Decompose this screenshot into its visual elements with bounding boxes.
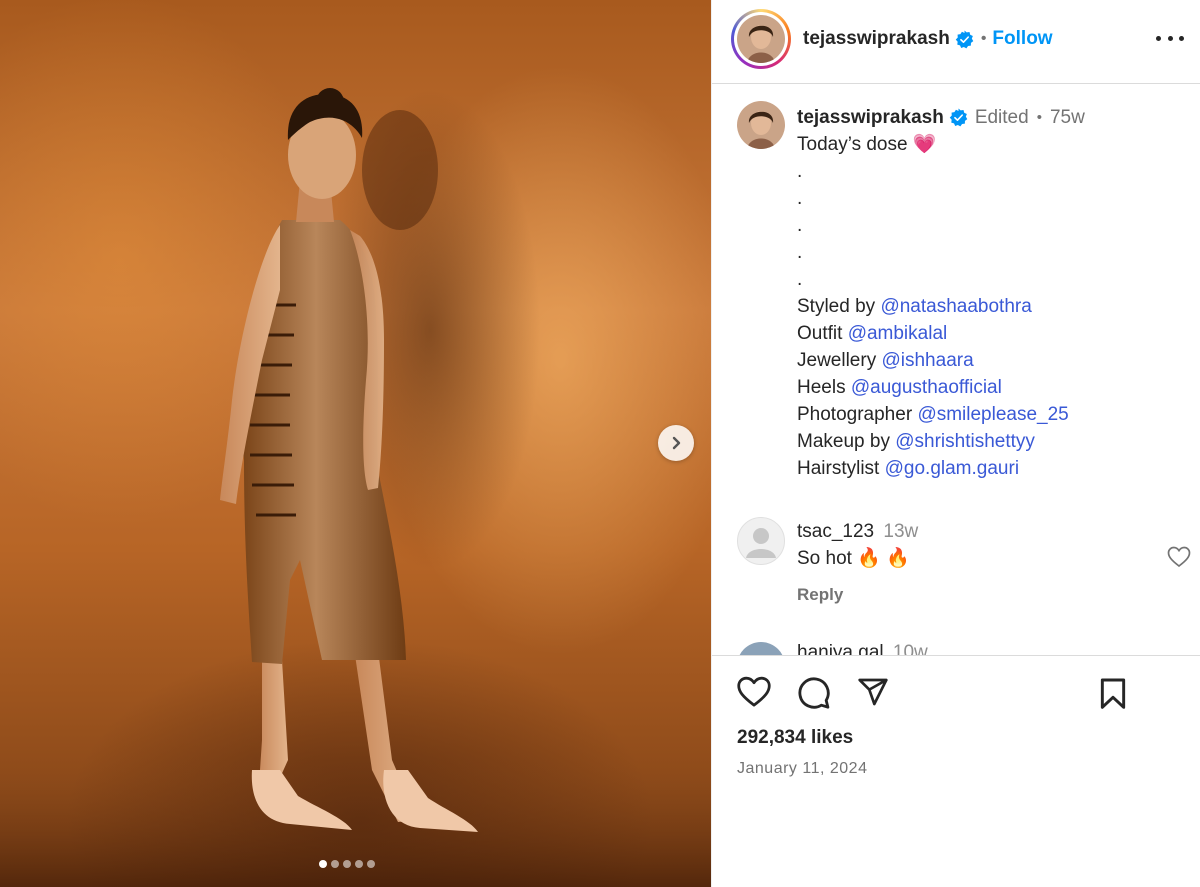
comment-time[interactable]: 10w — [893, 642, 928, 655]
heart-icon[interactable] — [736, 676, 772, 710]
likes-count[interactable]: 292,834 likes — [737, 727, 853, 749]
carousel-dot — [355, 860, 363, 868]
credit-mention-link[interactable]: @ishhaara — [881, 350, 973, 371]
caption-dot-line: . — [797, 161, 803, 182]
post-header: tejasswiprakash • Follow — [712, 0, 1200, 84]
post-actions-section: 292,834 likes January 11, 2024 — [712, 655, 1200, 887]
verified-badge-icon — [955, 29, 974, 49]
caption-dot-lines: ..... — [797, 158, 1187, 293]
carousel-indicator — [319, 860, 375, 868]
commenter-avatar[interactable] — [737, 517, 785, 565]
credit-mention-link[interactable]: @smileplease_25 — [917, 404, 1068, 425]
separator-dot: • — [980, 30, 987, 47]
paper-plane-icon[interactable] — [856, 676, 890, 710]
carousel-next-button[interactable] — [658, 425, 694, 461]
carousel-dot — [367, 860, 375, 868]
credit-mention-link[interactable]: @ambikalal — [848, 323, 948, 344]
caption-credit-line: Heels @augusthaofficial — [797, 374, 1187, 401]
caption-author-avatar[interactable] — [737, 101, 785, 149]
caption-dot-line: . — [797, 188, 803, 209]
post-photo — [0, 88, 711, 887]
credit-role: Makeup by — [797, 431, 890, 452]
credit-mention-link[interactable]: @go.glam.gauri — [885, 458, 1019, 479]
comment-text: So hot 🔥 🔥 — [797, 548, 910, 569]
comments-scroll-area[interactable]: tejasswiprakash Edited • 75w Today’s dos… — [712, 84, 1200, 655]
credit-role: Styled by — [797, 296, 876, 317]
follow-button[interactable]: Follow — [992, 28, 1052, 50]
separator-dot: • — [1036, 109, 1042, 126]
chevron-right-icon — [672, 436, 681, 450]
caption-credit-line: Jewellery @ishhaara — [797, 347, 1187, 374]
comment: haniya.gal 10w — [797, 642, 928, 655]
edited-label: Edited — [974, 107, 1029, 128]
header-user-row: tejasswiprakash • Follow — [803, 26, 1053, 52]
comment-username[interactable]: tsac_123 — [797, 521, 874, 542]
comment-time[interactable]: 13w — [883, 521, 918, 542]
carousel-dot — [331, 860, 339, 868]
caption-credit-line: Photographer @smileplease_25 — [797, 401, 1187, 428]
caption: tejasswiprakash Edited • 75w Today’s dos… — [797, 104, 1187, 482]
caption-credit-line: Styled by @natashaabothra — [797, 293, 1187, 320]
caption-text: Today’s dose 💗 — [797, 134, 937, 155]
caption-username[interactable]: tejasswiprakash — [797, 104, 944, 131]
avatar-photo — [737, 15, 785, 63]
caption-header: tejasswiprakash Edited • 75w — [797, 104, 1187, 131]
post-date[interactable]: January 11, 2024 — [737, 760, 867, 778]
credit-role: Hairstylist — [797, 458, 880, 479]
commenter-avatar[interactable] — [737, 642, 785, 655]
carousel-dot — [343, 860, 351, 868]
credit-role: Outfit — [797, 323, 843, 344]
caption-dot-line: . — [797, 242, 803, 263]
credit-role: Photographer — [797, 404, 913, 425]
credit-mention-link[interactable]: @shrishtishettyy — [895, 431, 1035, 452]
verified-badge-icon — [949, 108, 968, 127]
credit-role: Jewellery — [797, 350, 877, 371]
caption-credit-line: Outfit @ambikalal — [797, 320, 1187, 347]
caption-credit-line: Makeup by @shrishtishettyy — [797, 428, 1187, 455]
credit-mention-link[interactable]: @natashaabothra — [880, 296, 1031, 317]
comment: tsac_123 13w So hot 🔥 🔥 — [797, 518, 918, 572]
author-username[interactable]: tejasswiprakash — [803, 28, 950, 50]
caption-credit-line: Hairstylist @go.glam.gauri — [797, 455, 1187, 482]
caption-credits: Styled by @natashaabothra Outfit @ambikal… — [797, 293, 1187, 482]
caption-time[interactable]: 75w — [1050, 104, 1085, 131]
carousel-dot — [319, 860, 327, 868]
credit-mention-link[interactable]: @augusthaofficial — [851, 377, 1002, 398]
author-avatar[interactable] — [731, 9, 791, 69]
comment-username[interactable]: haniya.gal — [797, 642, 884, 655]
caption-dot-line: . — [797, 269, 803, 290]
post-sidebar: tejasswiprakash • Follow tejasswiprakash… — [711, 0, 1200, 887]
reply-button[interactable]: Reply — [797, 585, 843, 605]
more-options-icon[interactable] — [1156, 28, 1184, 48]
comment-icon[interactable] — [797, 676, 831, 710]
caption-dot-line: . — [797, 215, 803, 236]
bookmark-icon[interactable] — [1098, 678, 1128, 715]
comment-like-icon[interactable] — [1167, 546, 1191, 573]
post-media[interactable] — [0, 0, 711, 887]
action-bar — [736, 676, 890, 710]
credit-role: Heels — [797, 377, 846, 398]
